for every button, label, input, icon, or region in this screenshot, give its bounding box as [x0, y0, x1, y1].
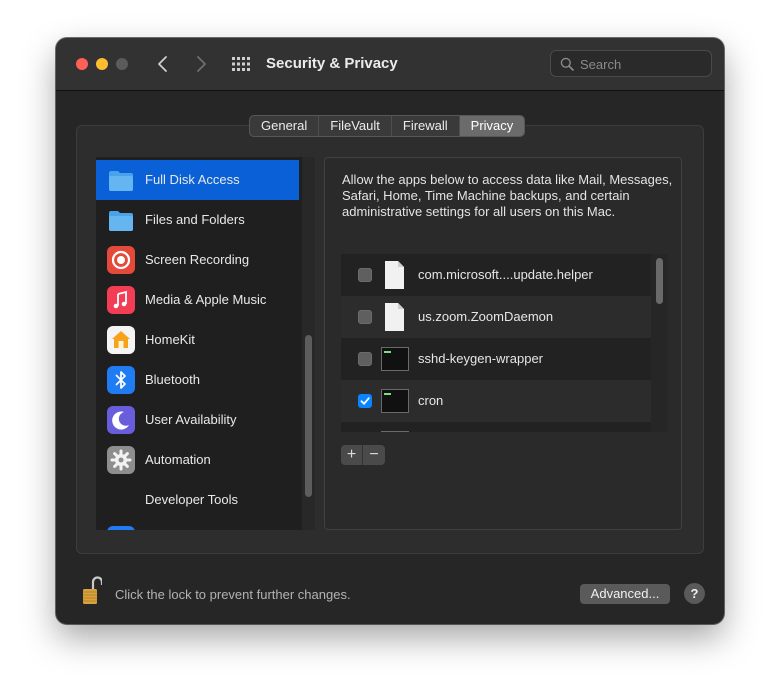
sidebar-item-label: HomeKit [145, 332, 195, 347]
sidebar-item-partial[interactable] [96, 520, 299, 530]
forward-arrow-icon[interactable] [191, 52, 211, 76]
terminal-icon [381, 428, 409, 432]
app-checkbox[interactable] [358, 268, 372, 282]
sidebar-item-label: Automation [145, 452, 211, 467]
sidebar-item-files-and-folders[interactable]: Files and Folders [96, 200, 299, 240]
back-arrow-icon[interactable] [153, 52, 173, 76]
app-access-box: Allow the apps below to access data like… [324, 157, 682, 530]
advanced-button[interactable]: Advanced... [580, 584, 670, 604]
sidebar-item-label: Media & Apple Music [145, 292, 267, 307]
bluetooth-icon [107, 366, 135, 394]
app-row[interactable]: com.microsoft....update.helper [341, 254, 651, 296]
search-field[interactable] [550, 50, 712, 77]
sidebar-item-developer-tools[interactable]: Developer Tools [96, 480, 299, 520]
terminal-icon [381, 386, 409, 419]
sidebar-item-homekit[interactable]: HomeKit [96, 320, 299, 360]
sidebar-item-label: Screen Recording [145, 252, 250, 267]
privacy-category-list: Full Disk Access Files and Folders Scree… [96, 157, 315, 530]
app-row-partial[interactable] [341, 422, 651, 432]
sidebar-item-full-disk-access[interactable]: Full Disk Access [96, 160, 299, 200]
app-name: cron [418, 393, 444, 408]
titlebar: Security & Privacy [56, 38, 724, 91]
add-app-button[interactable]: + [341, 445, 363, 465]
add-remove-control: + − [341, 445, 385, 465]
screen-recording-icon [107, 246, 135, 274]
sidebar-item-screen-recording[interactable]: Screen Recording [96, 240, 299, 280]
sidebar-item-label: User Availability [145, 412, 237, 427]
zoom-window-button[interactable] [116, 58, 128, 70]
app-row[interactable]: cron [341, 380, 651, 422]
gear-icon [107, 446, 135, 474]
sidebar-item-media-apple-music[interactable]: Media & Apple Music [96, 280, 299, 320]
app-name: us.zoom.ZoomDaemon [418, 309, 554, 324]
tab-firewall[interactable]: Firewall [392, 116, 460, 136]
document-icon [381, 260, 407, 293]
app-checkbox-checked[interactable] [358, 394, 372, 408]
minimize-window-button[interactable] [96, 58, 108, 70]
sidebar-item-label: Developer Tools [145, 492, 238, 507]
search-icon [560, 57, 574, 71]
music-icon [107, 286, 135, 314]
search-input[interactable] [580, 55, 704, 73]
moon-icon [107, 406, 135, 434]
app-name: sshd-keygen-wrapper [418, 351, 544, 366]
app-list-scrollbar[interactable] [651, 254, 667, 432]
folder-icon [107, 166, 135, 194]
sidebar-scrollbar[interactable] [302, 157, 315, 530]
partial-item-icon [107, 526, 135, 530]
sidebar-item-bluetooth[interactable]: Bluetooth [96, 360, 299, 400]
close-window-button[interactable] [76, 58, 88, 70]
checkmark-icon [360, 397, 370, 405]
app-list: com.microsoft....update.helper us.zoom.Z… [341, 254, 667, 432]
help-button[interactable]: ? [684, 583, 705, 604]
tab-filevault[interactable]: FileVault [319, 116, 392, 136]
app-list-scrollbar-thumb[interactable] [656, 258, 663, 304]
app-row[interactable]: sshd-keygen-wrapper [341, 338, 651, 380]
sidebar-item-label: Bluetooth [145, 372, 200, 387]
app-checkbox[interactable] [358, 310, 372, 324]
sidebar-item-automation[interactable]: Automation [96, 440, 299, 480]
app-name: com.microsoft....update.helper [418, 267, 593, 282]
folder-icon [107, 206, 135, 234]
show-all-grid-icon[interactable] [232, 57, 250, 71]
window-title: Security & Privacy [266, 55, 398, 72]
preferences-window: Security & Privacy General FileVault Fir… [56, 38, 724, 624]
tab-bar: General FileVault Firewall Privacy [249, 115, 526, 137]
home-icon [107, 326, 135, 354]
sidebar-item-label: Full Disk Access [145, 172, 240, 187]
app-checkbox[interactable] [358, 352, 372, 366]
tab-privacy[interactable]: Privacy [459, 116, 525, 136]
access-description: Allow the apps below to access data like… [342, 172, 673, 219]
terminal-icon [381, 344, 409, 377]
sidebar-item-user-availability[interactable]: User Availability [96, 400, 299, 440]
unlocked-padlock-icon[interactable] [82, 575, 104, 605]
lock-status-text: Click the lock to prevent further change… [115, 587, 351, 602]
remove-app-button[interactable]: − [363, 445, 385, 465]
tab-general[interactable]: General [250, 116, 320, 136]
document-icon [381, 302, 407, 335]
sidebar-item-label: Files and Folders [145, 212, 245, 227]
sidebar-scrollbar-thumb[interactable] [305, 335, 312, 497]
app-row[interactable]: us.zoom.ZoomDaemon [341, 296, 651, 338]
